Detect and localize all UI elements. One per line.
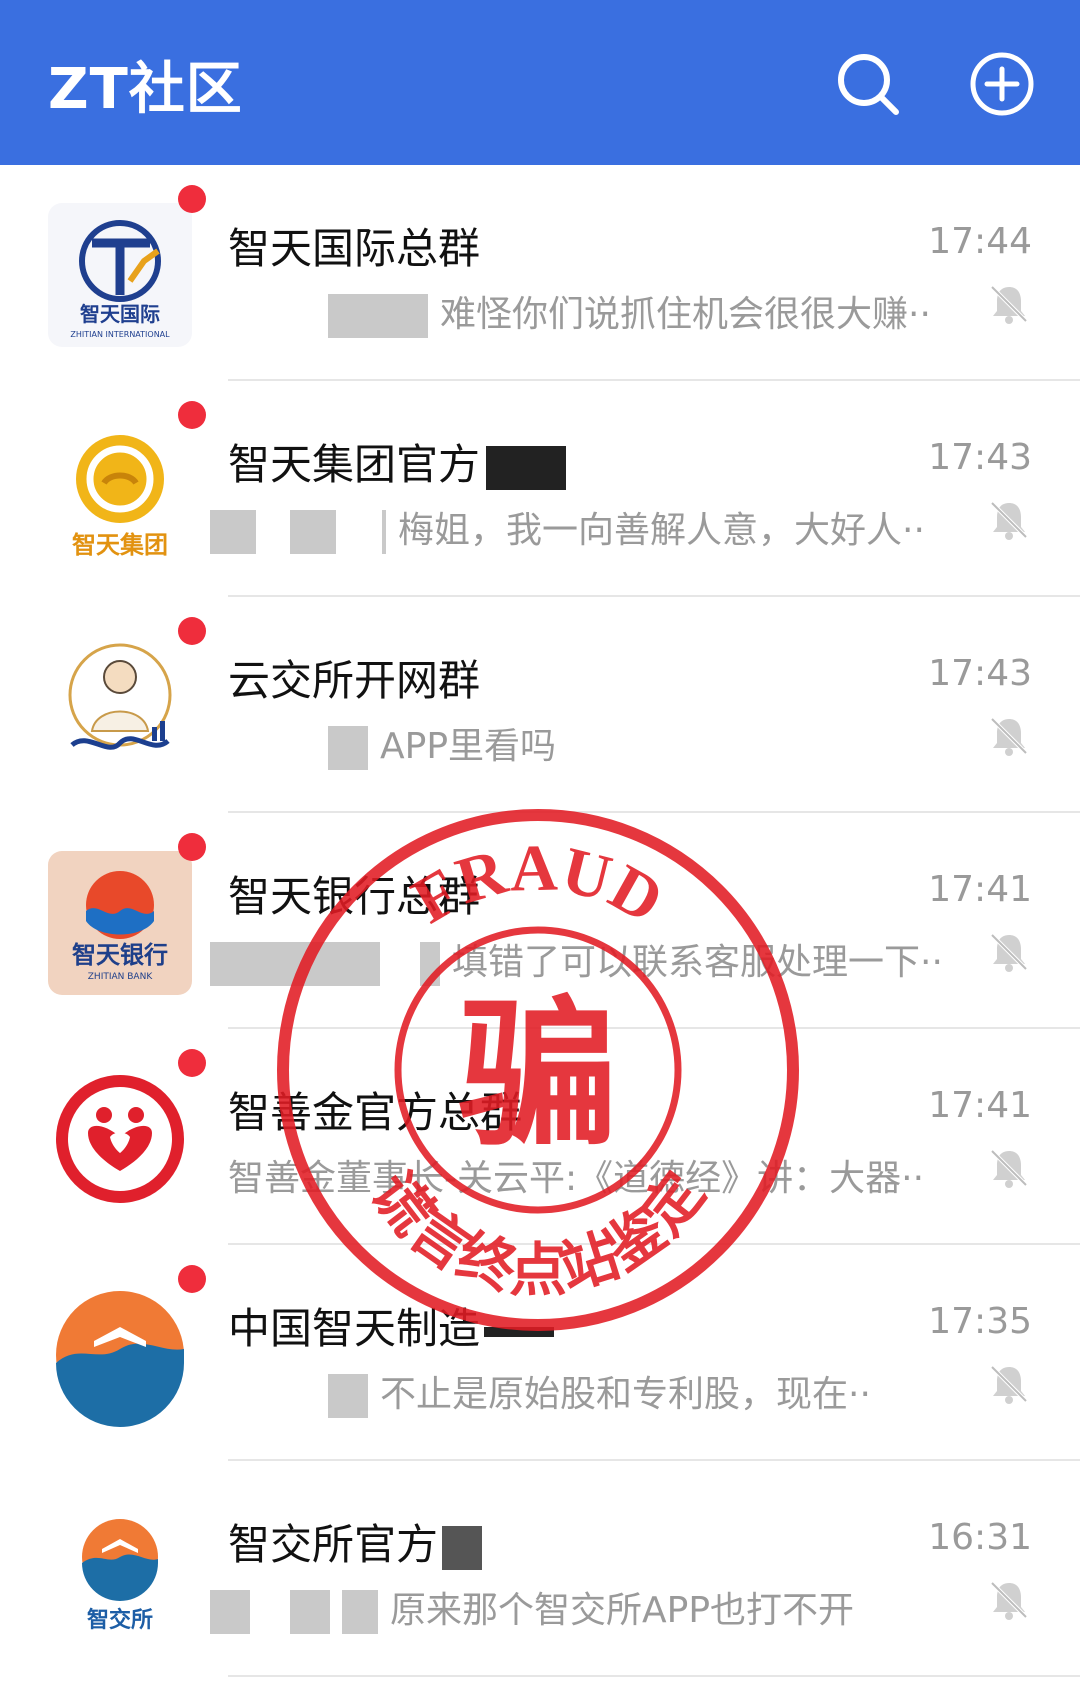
- chat-name-line: 智交所官方: [228, 1511, 483, 1572]
- mute-bell-icon: [990, 933, 1028, 972]
- redacted-sender: [290, 510, 336, 554]
- redacted-sender: [210, 942, 380, 986]
- chat-row[interactable]: 智交所 智交所官方 16:31 原来那个智交所APP也打不开: [0, 1461, 1080, 1677]
- unread-dot: [178, 617, 206, 645]
- chat-row[interactable]: 中国智天制造 17:35 不止是原始股和专利股，现在··: [0, 1245, 1080, 1461]
- avatar-sublabel: ZHITIAN INTERNATIONAL: [70, 330, 170, 339]
- mute-bell-icon: [990, 1581, 1028, 1620]
- zhitian-international-logo: 智天国际 ZHITIAN INTERNATIONAL: [48, 203, 192, 347]
- redacted-sender: [210, 1590, 250, 1634]
- unread-dot: [178, 1265, 206, 1293]
- redacted-sender: [342, 1590, 378, 1634]
- chat-time: 17:41: [928, 1085, 1032, 1126]
- chat-name-line: 智天集团官方: [228, 431, 567, 492]
- avatar-label: 智天集团: [72, 531, 168, 559]
- chat-time: 16:31: [928, 1517, 1032, 1558]
- redacted-sender: [328, 1374, 368, 1418]
- mute-bell-icon: [990, 717, 1028, 756]
- search-icon[interactable]: [832, 48, 904, 120]
- redacted-name: [442, 1525, 483, 1570]
- zhitian-group-logo: 智天集团: [48, 419, 192, 563]
- redacted-name: [486, 445, 567, 490]
- redacted-sender: [290, 1590, 330, 1634]
- unread-dot: [178, 833, 206, 861]
- chat-preview-line: 原来那个智交所APP也打不开: [210, 1581, 940, 1634]
- chat-time: 17:44: [928, 221, 1032, 262]
- chat-preview-line: APP里看吗: [228, 717, 958, 770]
- chat-time: 17:43: [928, 437, 1032, 478]
- app-header: ZT社区: [0, 0, 1080, 165]
- chat-row[interactable]: 智天银行 ZHITIAN BANK 智天银行总群 17:41 填错了可以联系客服…: [0, 813, 1080, 1029]
- mute-bell-icon: [990, 285, 1028, 324]
- chat-name: 智交所官方: [228, 1520, 439, 1569]
- chat-name: 智善金官方总群: [228, 1088, 523, 1137]
- china-zhitian-manufacturing-logo: [48, 1283, 192, 1427]
- redacted-sender: [328, 726, 368, 770]
- chat-name-line: 中国智天制造: [228, 1295, 555, 1356]
- unread-dot: [178, 185, 206, 213]
- chat-preview: 智善金董事长-关云平:《道德经》讲：大器··: [228, 1158, 925, 1199]
- cloud-exchange-logo: [48, 635, 192, 779]
- redacted-sender: [210, 510, 256, 554]
- chat-preview: 原来那个智交所APP也打不开: [390, 1590, 855, 1631]
- app-title: ZT社区: [48, 57, 243, 122]
- chat-name: 智天集团官方: [228, 440, 481, 489]
- unread-dot: [178, 1049, 206, 1077]
- redacted-sender: [328, 294, 428, 338]
- chat-preview: 不止是原始股和专利股，现在··: [380, 1374, 871, 1415]
- unread-dot: [178, 401, 206, 429]
- chat-name: 智天国际总群: [228, 224, 481, 273]
- chat-preview-line: 难怪你们说抓住机会很很大赚··: [228, 285, 958, 338]
- chat-name: 中国智天制造: [228, 1304, 481, 1353]
- chat-preview: 梅姐，我一向善解人意，大好人··: [398, 510, 925, 551]
- mute-bell-icon: [990, 1149, 1028, 1188]
- avatar-label: 智交所: [87, 1607, 153, 1633]
- avatar-sublabel: ZHITIAN BANK: [88, 972, 154, 982]
- chat-time: 17:35: [928, 1301, 1032, 1342]
- zhitian-bank-logo: 智天银行 ZHITIAN BANK: [48, 851, 192, 995]
- chat-row[interactable]: 云交所开网群 17:43 APP里看吗: [0, 597, 1080, 813]
- chat-preview: 难怪你们说抓住机会很很大赚··: [440, 294, 931, 335]
- chat-preview-line: 填错了可以联系客服处理一下··: [210, 933, 940, 986]
- chat-row[interactable]: 智天国际 ZHITIAN INTERNATIONAL 智天国际总群 17:44 …: [0, 165, 1080, 381]
- chat-preview-line: 智善金董事长-关云平:《道德经》讲：大器··: [228, 1149, 958, 1201]
- chat-time: 17:41: [928, 869, 1032, 910]
- chat-list: 智天国际 ZHITIAN INTERNATIONAL 智天国际总群 17:44 …: [0, 165, 1080, 1677]
- chat-preview: 填错了可以联系客服处理一下··: [452, 942, 940, 983]
- zhijiaosuo-logo: 智交所: [48, 1499, 192, 1643]
- mute-bell-icon: [990, 501, 1028, 540]
- zhishanjin-logo: [48, 1067, 192, 1211]
- redacted-sender: [382, 510, 386, 554]
- chat-name: 云交所开网群: [228, 656, 481, 705]
- row-divider: [228, 1675, 1080, 1677]
- avatar-label: 智天银行: [72, 941, 168, 969]
- chat-preview: APP里看吗: [380, 726, 557, 767]
- avatar-label: 智天国际: [80, 302, 160, 326]
- chat-row[interactable]: 智善金官方总群 17:41 智善金董事长-关云平:《道德经》讲：大器··: [0, 1029, 1080, 1245]
- add-circle-icon[interactable]: [966, 48, 1038, 120]
- chat-time: 17:43: [928, 653, 1032, 694]
- chat-preview-line: 梅姐，我一向善解人意，大好人··: [210, 501, 940, 554]
- redacted-sender: [420, 942, 440, 986]
- chat-name: 智天银行总群: [228, 872, 481, 921]
- chat-row[interactable]: 智天集团 智天集团官方 17:43 梅姐，我一向善解人意，大好人··: [0, 381, 1080, 597]
- chat-preview-line: 不止是原始股和专利股，现在··: [228, 1365, 958, 1418]
- redacted-name: [484, 1326, 555, 1337]
- mute-bell-icon: [990, 1365, 1028, 1404]
